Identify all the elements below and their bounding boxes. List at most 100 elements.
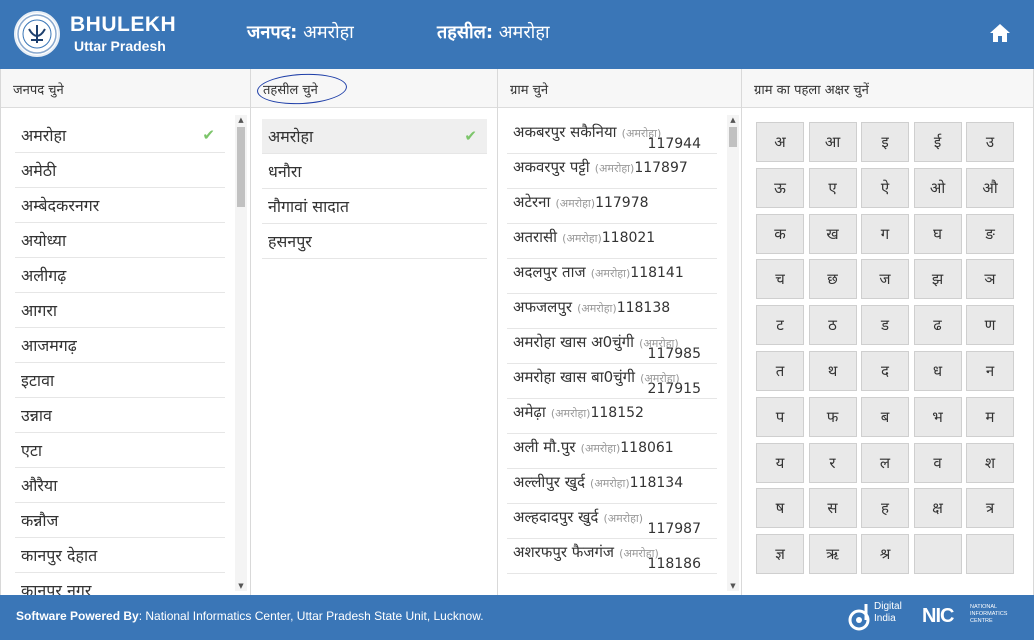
letter-key[interactable]: क्ष	[913, 488, 962, 529]
letter-key[interactable]: घ	[913, 213, 962, 254]
letter-key[interactable]: ख	[808, 213, 857, 254]
scroll-thumb[interactable]	[729, 127, 737, 147]
scroll-down-arrow-icon[interactable]: ▼	[727, 581, 739, 591]
letter-key[interactable]: य	[756, 442, 804, 483]
gram-list-item[interactable]: अमेढ़ा (अमरोहा)118152	[507, 399, 717, 434]
gram-list-item[interactable]: अकवरपुर पट्टी (अमरोहा)117897	[507, 154, 717, 189]
letter-key[interactable]: ण	[966, 305, 1014, 346]
letter-key[interactable]	[966, 534, 1014, 575]
letter-key[interactable]: व	[913, 442, 962, 483]
letter-key[interactable]: ट	[756, 305, 804, 346]
janpad-list-item[interactable]: आगरा	[15, 293, 225, 328]
janpad-list-item[interactable]: अम्बेदकरनगर	[15, 188, 225, 223]
tehsil-list-item[interactable]: हसनपुर	[262, 224, 487, 259]
gram-list-item[interactable]: अफजलपुर (अमरोहा)118138	[507, 294, 717, 329]
gram-list-item[interactable]: अदलपुर ताज (अमरोहा)118141	[507, 259, 717, 294]
letter-key[interactable]: ङ	[966, 213, 1014, 254]
letter-key[interactable]: ह	[861, 488, 909, 529]
gram-item-name: अकवरपुर पट्टी	[513, 158, 590, 176]
janpad-list-item[interactable]: अमरोहा ✔	[15, 118, 225, 153]
janpad-scrollbar[interactable]: ▲ ▼	[235, 115, 247, 591]
letter-key[interactable]: ब	[861, 396, 909, 437]
letter-key[interactable]: र	[808, 442, 857, 483]
letter-key[interactable]: ठ	[808, 305, 857, 346]
tehsil-list-item[interactable]: अमरोहा ✔	[262, 119, 487, 154]
gram-scrollbar[interactable]: ▲ ▼	[727, 115, 739, 591]
gram-list-item[interactable]: अली मौ.पुर (अमरोहा)118061	[507, 434, 717, 469]
gram-list-item[interactable]: अशरफपुर फैजगंज (अमरोहा) 118186	[507, 539, 717, 574]
letter-key[interactable]: म	[966, 396, 1014, 437]
letter-key[interactable]: ए	[808, 167, 857, 208]
letter-key[interactable]: ञ	[966, 259, 1014, 300]
letter-key[interactable]: न	[966, 351, 1014, 391]
letter-key[interactable]: ओ	[913, 167, 962, 208]
gram-list-item[interactable]: अमरोहा खास अ0चुंगी (अमरोहा) 117985	[507, 329, 717, 364]
letter-key[interactable]: आ	[808, 122, 857, 162]
janpad-list-item[interactable]: कानपुर देहात	[15, 538, 225, 573]
letter-key[interactable]: भ	[913, 396, 962, 437]
home-icon[interactable]	[989, 23, 1011, 43]
letter-key[interactable]: छ	[808, 259, 857, 300]
letter-key[interactable]	[913, 534, 962, 575]
letter-key[interactable]: ध	[913, 351, 962, 391]
janpad-list-item[interactable]: अमेठी	[15, 153, 225, 188]
gram-item-district: (अमरोहा)	[550, 407, 591, 420]
letter-key[interactable]: श	[966, 442, 1014, 483]
scroll-down-arrow-icon[interactable]: ▼	[235, 581, 247, 591]
letter-key[interactable]: झ	[913, 259, 962, 300]
letter-key[interactable]: उ	[966, 122, 1014, 162]
letter-key[interactable]: ई	[913, 122, 962, 162]
janpad-item-label: अलीगढ़	[21, 266, 67, 285]
letter-key[interactable]: ज्ञ	[756, 534, 804, 575]
scroll-up-arrow-icon[interactable]: ▲	[727, 115, 739, 125]
letter-key[interactable]: ऐ	[861, 167, 909, 208]
letter-key[interactable]: ल	[861, 442, 909, 483]
tehsil-list-item[interactable]: नौगावां सादात	[262, 189, 487, 224]
janpad-list-item[interactable]: आजमगढ़	[15, 328, 225, 363]
gram-list-item[interactable]: अकबरपुर सकैनिया (अमरोहा) 117944	[507, 119, 717, 154]
letter-key[interactable]: ऋ	[808, 534, 857, 575]
janpad-list-item[interactable]: औरैया	[15, 468, 225, 503]
letters-column: ग्राम का पहला अक्षर चुनें अआइईउ ऊएऐओऔ कखगघ…	[742, 69, 1033, 595]
scroll-thumb[interactable]	[237, 127, 245, 207]
gram-list-item[interactable]: अल्लीपुर खुर्द (अमरोहा)118134	[507, 469, 717, 504]
scroll-up-arrow-icon[interactable]: ▲	[235, 115, 247, 125]
letters-column-title: ग्राम का पहला अक्षर चुनें	[742, 69, 1033, 108]
letter-key[interactable]: स	[808, 488, 857, 529]
gram-list-item[interactable]: अल्हदादपुर खुर्द (अमरोहा) 117987	[507, 504, 717, 539]
gram-item-district: (अमरोहा)	[603, 512, 644, 525]
letter-key[interactable]: क	[756, 213, 804, 254]
selected-janpad: जनपद: अमरोहा	[247, 20, 354, 44]
letter-key[interactable]: थ	[808, 351, 857, 391]
letter-key[interactable]: श्र	[861, 534, 909, 575]
letter-key[interactable]: ष	[756, 488, 804, 529]
gram-item-name: अशरफपुर फैजगंज	[513, 543, 615, 561]
gram-list-item[interactable]: अमरोहा खास बा0चुंगी (अमरोहा) 217915	[507, 364, 717, 399]
letter-key[interactable]: औ	[966, 167, 1014, 208]
letter-key[interactable]: ग	[861, 213, 909, 254]
letter-key[interactable]: फ	[808, 396, 857, 437]
letter-key[interactable]: द	[861, 351, 909, 391]
janpad-list-item[interactable]: कन्नौज	[15, 503, 225, 538]
janpad-list-item[interactable]: अयोध्या	[15, 223, 225, 258]
tehsil-list-item[interactable]: धनौरा	[262, 154, 487, 189]
gram-list-item[interactable]: अतरासी (अमरोहा)118021	[507, 224, 717, 259]
letter-key[interactable]: अ	[756, 122, 804, 162]
janpad-list-item[interactable]: एटा	[15, 433, 225, 468]
letter-key[interactable]: च	[756, 259, 804, 300]
brand-subtitle: Uttar Pradesh	[74, 38, 166, 54]
janpad-list-item[interactable]: उन्नाव	[15, 398, 225, 433]
letter-key[interactable]: त	[756, 351, 804, 391]
letter-key[interactable]: ज	[861, 259, 909, 300]
janpad-list-item[interactable]: इटावा	[15, 363, 225, 398]
letter-key[interactable]: ड	[861, 305, 909, 346]
letter-key[interactable]: त्र	[966, 488, 1014, 529]
di-line2: India	[874, 613, 896, 624]
footer-credit: Software Powered By: National Informatic…	[16, 609, 484, 623]
janpad-list-item[interactable]: अलीगढ़	[15, 258, 225, 293]
letter-key[interactable]: ऊ	[756, 167, 804, 208]
letter-key[interactable]: प	[756, 396, 804, 437]
letter-key[interactable]: ढ	[913, 305, 962, 346]
letter-key[interactable]: इ	[861, 122, 909, 162]
gram-list-item[interactable]: अटेरना (अमरोहा)117978	[507, 189, 717, 224]
